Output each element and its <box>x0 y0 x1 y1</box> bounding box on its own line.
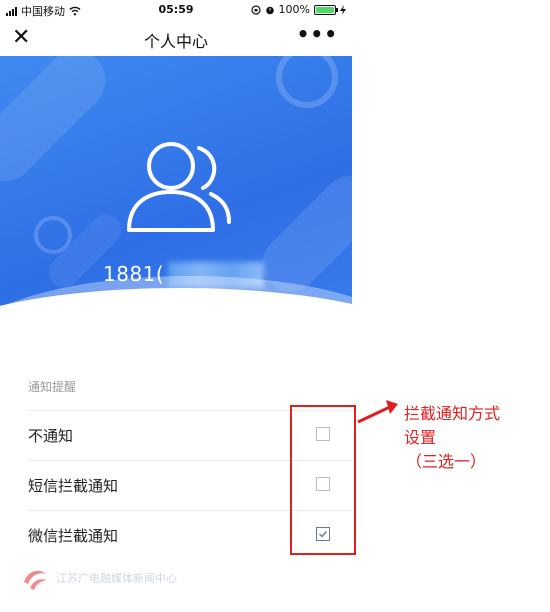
battery-icon <box>314 4 338 15</box>
decor-stripe <box>0 56 118 194</box>
battery-percent: 100% <box>278 3 310 16</box>
annotation-line: 拦截通知方式 <box>404 404 501 423</box>
header-wave <box>0 288 352 356</box>
status-right: 100% <box>250 3 346 16</box>
watermark: 江苏广电融媒体新闻中心 <box>22 566 177 590</box>
arrow-icon <box>357 400 398 424</box>
annotation-line: （三选一） <box>406 452 487 471</box>
alarm-icon <box>265 6 274 14</box>
profile-header: 1881( <box>0 56 352 356</box>
lock-rotation-icon <box>250 4 261 15</box>
annotation-box <box>290 405 356 555</box>
nav-bar: ✕ 个人中心 ••• <box>0 20 352 56</box>
annotation-line: 设置 <box>404 428 437 447</box>
status-bar: 中国移动 05:59 100% <box>0 0 352 20</box>
annotation-text: 拦截通知方式 设置 （三选一） <box>404 402 500 474</box>
users-icon <box>127 142 231 232</box>
decor-ring <box>276 56 338 108</box>
section-label: 通知提醒 <box>28 380 77 394</box>
watermark-text: 江苏广电融媒体新闻中心 <box>56 572 177 585</box>
watermark-logo-icon <box>24 570 46 590</box>
decor-ring <box>34 216 72 254</box>
more-icon[interactable]: ••• <box>297 22 338 46</box>
option-label: 短信拦截通知 <box>28 477 119 495</box>
option-label: 不通知 <box>28 427 74 445</box>
charging-icon <box>340 4 346 15</box>
option-label: 微信拦截通知 <box>28 527 119 545</box>
